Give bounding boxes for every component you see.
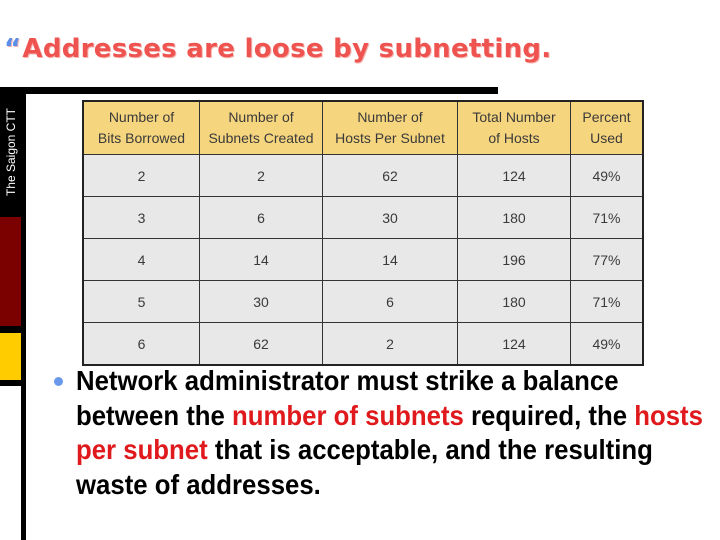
header-line: Used — [590, 130, 623, 146]
table-header-row: Number of Bits Borrowed Number of Subnets … — [82, 100, 644, 155]
cell-bits-borrowed: 6 — [82, 322, 200, 366]
cell-subnets-created: 62 — [199, 322, 323, 366]
cell-hosts-per-subnet: 14 — [322, 238, 458, 281]
cell-total-hosts: 124 — [457, 154, 571, 197]
cell-percent-used: 71% — [570, 280, 644, 323]
table-row: 6 62 2 124 49% — [82, 322, 644, 366]
quote-mark-icon: “ — [4, 34, 22, 64]
slide-title-text: Addresses are loose by subnetting. — [22, 34, 552, 64]
cell-total-hosts: 124 — [457, 322, 571, 366]
cell-hosts-per-subnet: 2 — [322, 322, 458, 366]
cell-hosts-per-subnet: 30 — [322, 196, 458, 239]
table-row: 3 6 30 180 71% — [82, 196, 644, 239]
header-line: Number of — [108, 109, 175, 125]
cell-subnets-created: 30 — [199, 280, 323, 323]
header-line: Number of — [357, 109, 423, 125]
header-line: Hosts Per Subnet — [335, 130, 445, 146]
cell-total-hosts: 196 — [457, 238, 571, 281]
cell-total-hosts: 180 — [457, 280, 571, 323]
header-subnets-created: Number of Subnets Created — [199, 100, 323, 155]
table-row: 5 30 6 180 71% — [82, 280, 644, 323]
subnetting-table: Number of Bits Borrowed Number of Subnets … — [82, 100, 644, 366]
header-bits-borrowed: Number of Bits Borrowed — [82, 100, 200, 155]
sidebar-dark-red-block — [0, 217, 21, 326]
slide-title: “Addresses are loose by subnetting. — [4, 34, 551, 64]
cell-percent-used: 77% — [570, 238, 644, 281]
bullet-dot-icon — [54, 377, 63, 386]
cell-hosts-per-subnet: 6 — [322, 280, 458, 323]
cell-bits-borrowed: 4 — [82, 238, 200, 281]
header-line: of Hosts — [488, 130, 540, 146]
header-percent-used: Percent Used — [570, 100, 644, 155]
header-line: Total Number — [472, 109, 556, 125]
highlight-number-of-subnets: number of subnets — [232, 399, 464, 431]
header-line: Number of — [228, 109, 294, 125]
cell-percent-used: 49% — [570, 154, 644, 197]
header-total-hosts: Total Number of Hosts — [457, 100, 571, 155]
cell-total-hosts: 180 — [457, 196, 571, 239]
cell-subnets-created: 6 — [199, 196, 323, 239]
sidebar-gold-block — [0, 333, 21, 380]
cell-percent-used: 71% — [570, 196, 644, 239]
header-line: Subnets Created — [208, 130, 314, 146]
cell-bits-borrowed: 5 — [82, 280, 200, 323]
cell-subnets-created: 2 — [199, 154, 323, 197]
bullet-point: Network administrator must strike a bala… — [54, 364, 714, 502]
bullet-text: Network administrator must strike a bala… — [76, 364, 720, 502]
header-line: Bits Borrowed — [97, 130, 186, 146]
cell-subnets-created: 14 — [199, 238, 323, 281]
cell-percent-used: 49% — [570, 322, 644, 366]
sidebar-white-block — [0, 386, 21, 540]
title-divider — [0, 87, 498, 94]
cell-bits-borrowed: 2 — [82, 154, 200, 197]
table-row: 2 2 62 124 49% — [82, 154, 644, 197]
table-row: 4 14 14 196 77% — [82, 238, 644, 281]
header-line: Percent — [582, 109, 631, 125]
header-hosts-per-subnet: Number of Hosts Per Subnet — [322, 100, 458, 155]
bullet-segment: required, the — [463, 399, 635, 431]
cell-hosts-per-subnet: 62 — [322, 154, 458, 197]
cell-bits-borrowed: 3 — [82, 196, 200, 239]
sidebar-label-box: The Saigon CTT — [0, 94, 22, 210]
sidebar-label: The Saigon CTT — [4, 107, 18, 197]
